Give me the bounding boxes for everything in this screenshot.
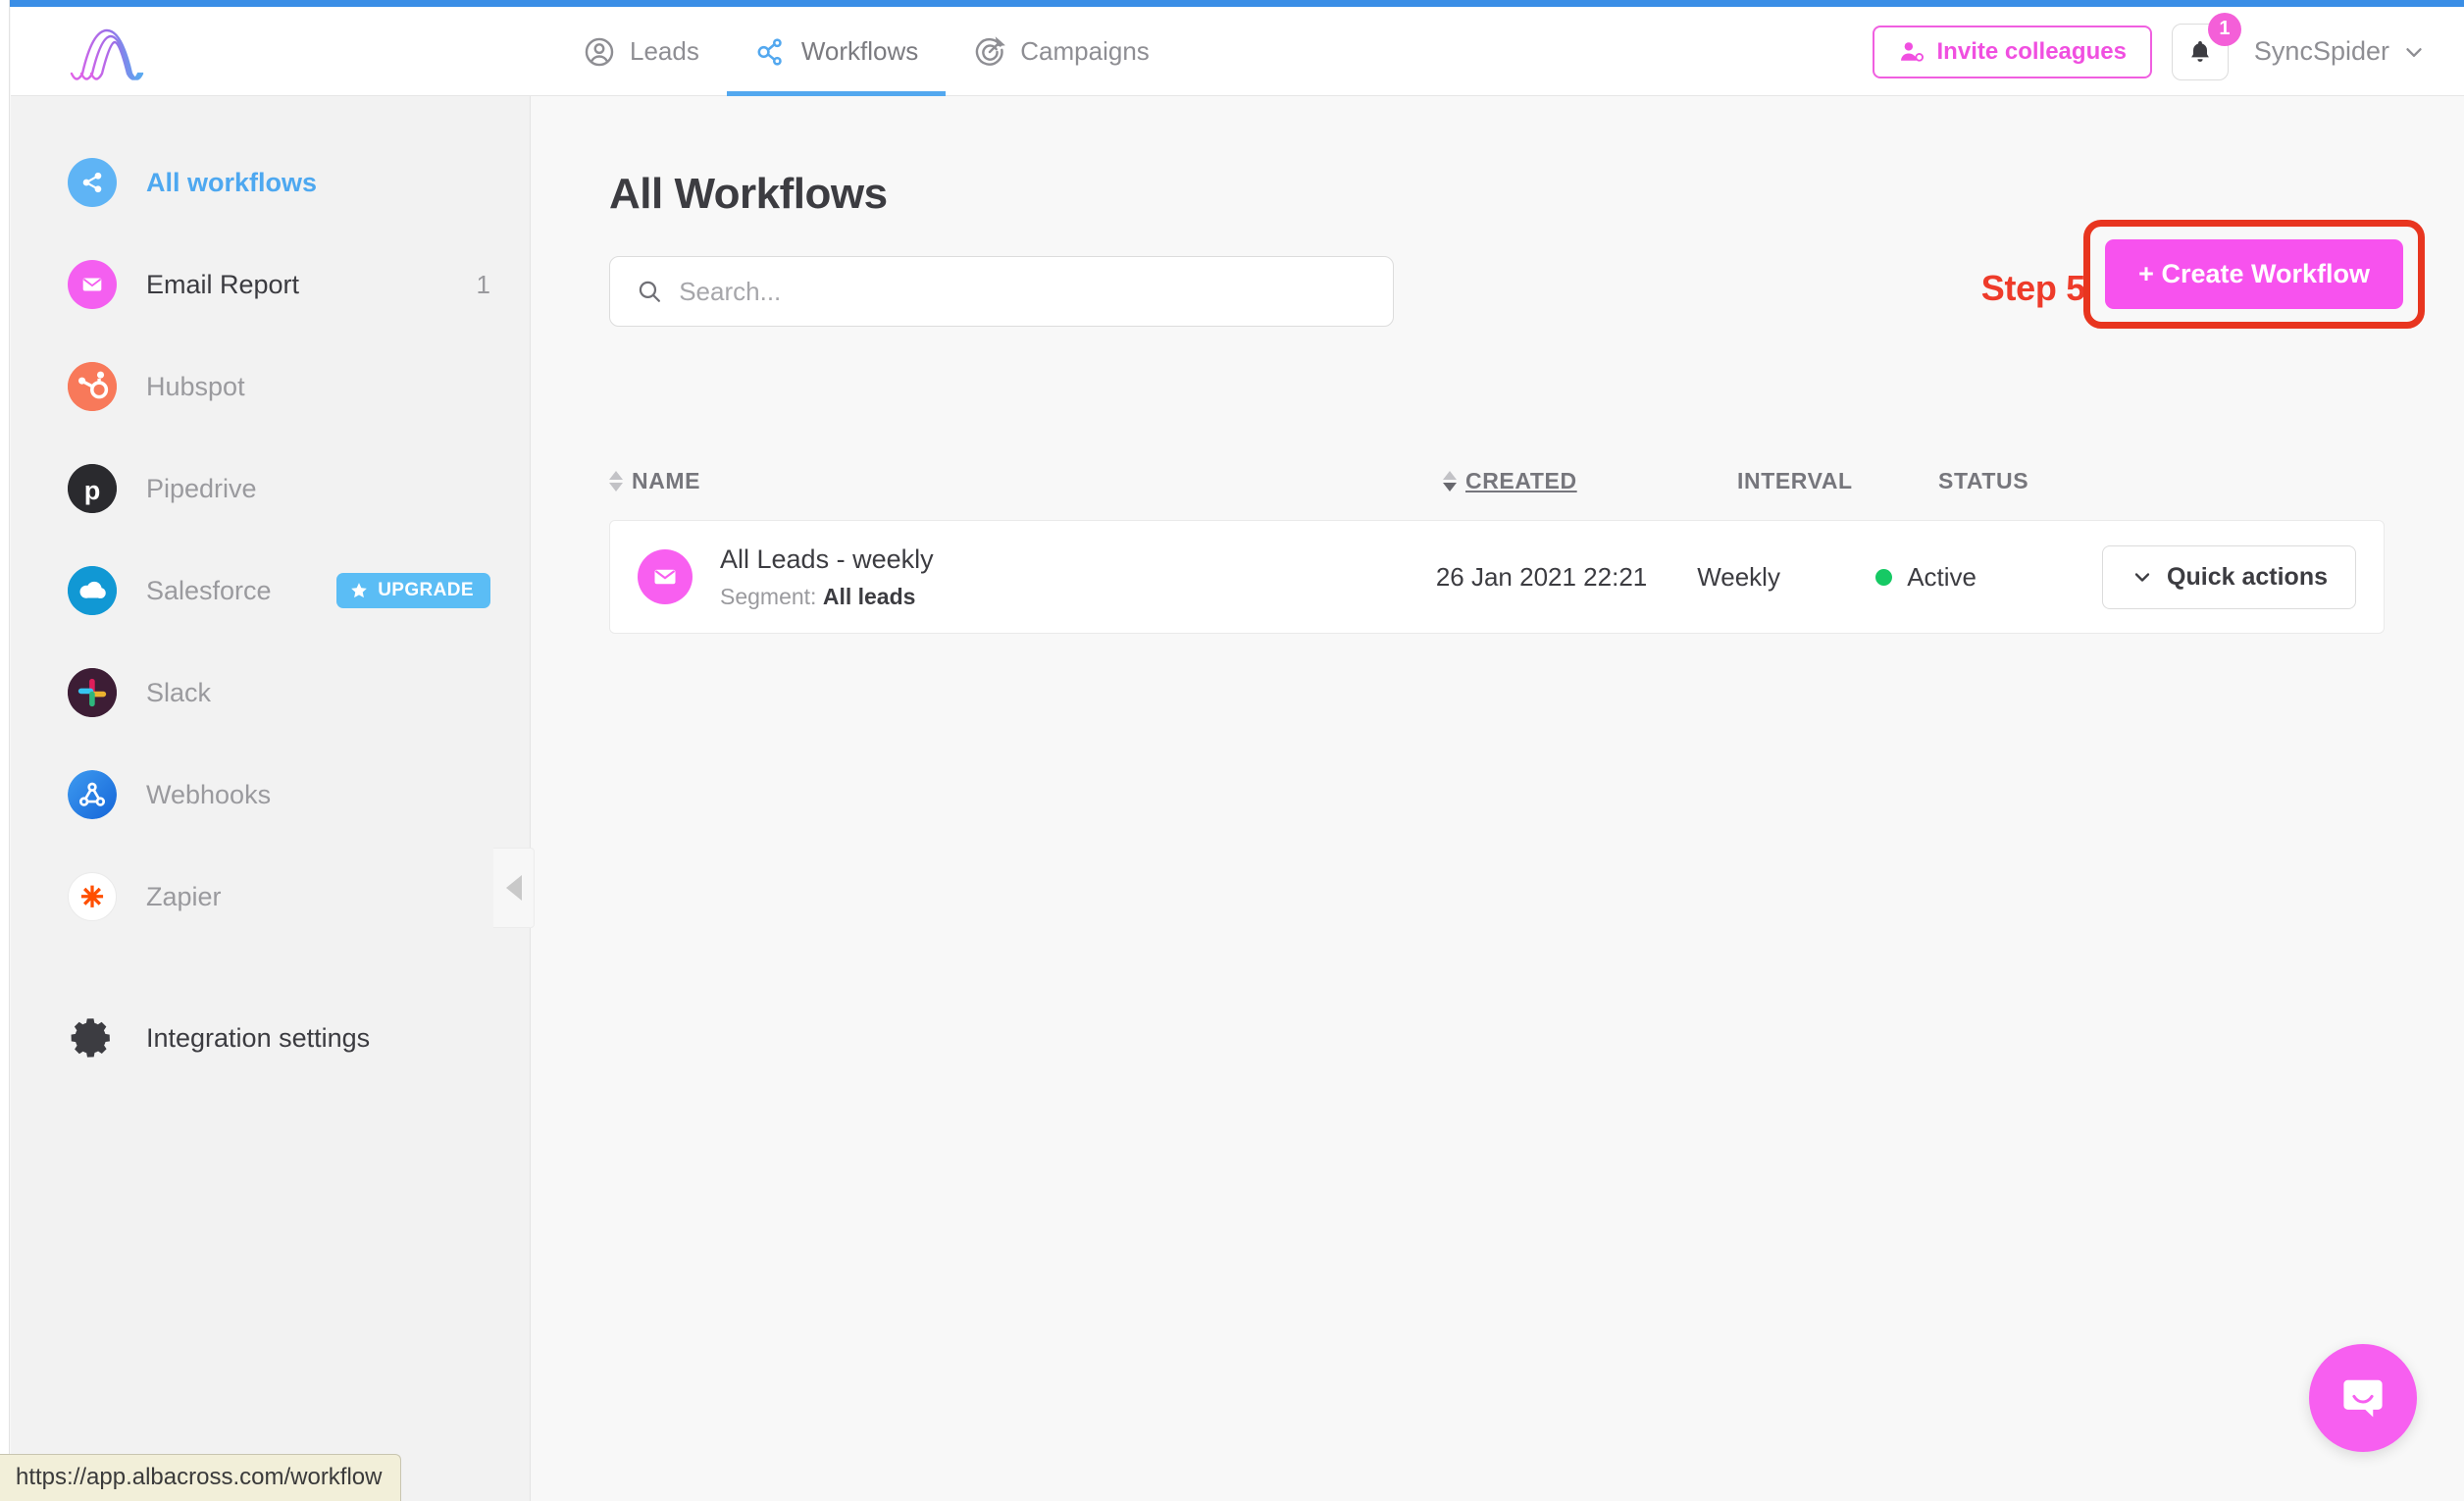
sort-icon-created[interactable] bbox=[1443, 470, 1457, 492]
column-header-status: STATUS bbox=[1938, 468, 2193, 494]
nav-item-leads[interactable]: Leads bbox=[555, 7, 727, 96]
user-circle-icon bbox=[585, 37, 614, 66]
quick-actions-button[interactable]: Quick actions bbox=[2102, 544, 2356, 609]
nav-item-workflows[interactable]: Workflows bbox=[726, 7, 947, 96]
nav-label-leads: Leads bbox=[630, 36, 699, 66]
row-interval: Weekly bbox=[1697, 561, 1780, 592]
sidebar-item-webhooks[interactable]: Webhooks bbox=[11, 744, 530, 846]
sidebar-item-slack[interactable]: Slack bbox=[11, 642, 530, 744]
invite-colleagues-label: Invite colleagues bbox=[1936, 37, 2127, 65]
sidebar-label-hubspot: Hubspot bbox=[146, 371, 245, 401]
zapier-icon bbox=[68, 872, 117, 921]
sidebar-item-email-report[interactable]: Email Report 1 bbox=[11, 233, 530, 336]
chevron-down-icon bbox=[2134, 573, 2150, 582]
chat-launcher-button[interactable] bbox=[2309, 1344, 2417, 1452]
chevron-down-icon bbox=[2406, 47, 2422, 57]
create-workflow-button[interactable]: + Create Workflow bbox=[2105, 239, 2403, 309]
envelope-avatar-icon bbox=[638, 549, 693, 604]
notification-badge: 1 bbox=[2207, 12, 2241, 46]
row-workflow-name: All Leads - weekly bbox=[720, 544, 934, 575]
sidebar-item-pipedrive[interactable]: p Pipedrive bbox=[11, 438, 530, 540]
sidebar: All workflows Email Report 1 Hubspot p P… bbox=[11, 96, 531, 1501]
salesforce-icon bbox=[68, 566, 117, 615]
share-icon bbox=[68, 158, 117, 207]
albacross-logo[interactable] bbox=[58, 15, 176, 89]
create-workflow-wrap: + Create Workflow bbox=[2083, 220, 2425, 329]
sidebar-label-salesforce: Salesforce bbox=[146, 575, 272, 605]
star-icon bbox=[351, 583, 368, 598]
upgrade-label: UPGRADE bbox=[378, 580, 474, 600]
sidebar-item-integration-settings[interactable]: Integration settings bbox=[11, 987, 530, 1089]
column-header-interval: INTERVAL bbox=[1737, 468, 1938, 494]
sidebar-label-webhooks: Webhooks bbox=[146, 779, 272, 809]
pipedrive-icon: p bbox=[68, 464, 117, 513]
header-actions: Invite colleagues 1 SyncSpider bbox=[1872, 7, 2427, 96]
target-campaign-icon bbox=[976, 35, 1006, 66]
column-label-interval: INTERVAL bbox=[1737, 467, 1853, 493]
sidebar-label-zapier: Zapier bbox=[146, 881, 222, 911]
person-add-icon bbox=[1900, 41, 1924, 62]
page-title: All Workflows bbox=[609, 170, 888, 218]
upgrade-badge[interactable]: UPGRADE bbox=[336, 573, 490, 608]
browser-status-url: https://app.albacross.com/workflow bbox=[0, 1454, 401, 1501]
sidebar-item-salesforce[interactable]: Salesforce UPGRADE bbox=[11, 540, 530, 642]
search-icon bbox=[639, 281, 660, 302]
table-row[interactable]: All Leads - weekly Segment: All leads 26… bbox=[609, 520, 2385, 634]
account-menu[interactable]: SyncSpider bbox=[2254, 36, 2427, 67]
nav-label-campaigns: Campaigns bbox=[1020, 36, 1150, 66]
row-segment: Segment: All leads bbox=[720, 584, 1436, 610]
notifications: 1 bbox=[2171, 12, 2241, 80]
sort-icon-name[interactable] bbox=[609, 470, 623, 492]
column-label-name: NAME bbox=[632, 467, 701, 493]
svg-text:p: p bbox=[84, 475, 101, 505]
page-load-bar bbox=[10, 0, 2464, 7]
hubspot-icon bbox=[68, 362, 117, 411]
workflow-share-icon bbox=[757, 37, 782, 66]
slack-icon bbox=[68, 668, 117, 717]
sidebar-collapse-handle[interactable] bbox=[493, 848, 535, 928]
search-box[interactable] bbox=[609, 256, 1394, 327]
column-label-created: CREATED bbox=[1465, 467, 1577, 493]
table-header: NAME CREATED INTERVAL STATUS bbox=[609, 457, 2385, 504]
sidebar-count-email-report: 1 bbox=[476, 269, 490, 299]
nav-item-campaigns[interactable]: Campaigns bbox=[946, 7, 1177, 96]
app-header: Leads Workflows Campaigns Invite colleag… bbox=[11, 7, 2464, 96]
account-name: SyncSpider bbox=[2253, 36, 2389, 66]
sidebar-label-all-workflows: All workflows bbox=[146, 167, 318, 197]
intercom-chat-icon bbox=[2343, 1379, 2383, 1418]
sidebar-item-zapier[interactable]: Zapier bbox=[11, 846, 530, 948]
step-annotation-label: Step 5 bbox=[1980, 268, 2086, 308]
primary-nav: Leads Workflows Campaigns bbox=[555, 7, 1177, 96]
invite-colleagues-button[interactable]: Invite colleagues bbox=[1872, 25, 2152, 78]
gear-icon bbox=[68, 1013, 117, 1062]
sidebar-label-email-report: Email Report bbox=[146, 269, 300, 299]
row-status-label: Active bbox=[1907, 561, 1977, 592]
column-header-name[interactable]: NAME bbox=[609, 468, 1443, 494]
quick-actions-label: Quick actions bbox=[2167, 562, 2328, 591]
row-status: Active bbox=[1875, 562, 2102, 593]
main-content: All Workflows Step 5 + Create Workflow N… bbox=[532, 96, 2464, 1501]
row-created: 26 Jan 2021 22:21 bbox=[1435, 561, 1648, 592]
sidebar-label-slack: Slack bbox=[146, 677, 212, 707]
row-segment-value: All leads bbox=[822, 583, 916, 609]
row-name-cell: All Leads - weekly Segment: All leads bbox=[720, 543, 1436, 610]
sidebar-label-integration-settings: Integration settings bbox=[146, 1022, 371, 1053]
column-header-created[interactable]: CREATED bbox=[1443, 468, 1737, 494]
status-dot-icon bbox=[1875, 568, 1893, 586]
bell-icon bbox=[2191, 40, 2209, 62]
sidebar-item-all-workflows[interactable]: All workflows bbox=[11, 131, 530, 233]
app-window: Leads Workflows Campaigns Invite colleag… bbox=[0, 0, 2464, 1501]
sidebar-item-hubspot[interactable]: Hubspot bbox=[11, 336, 530, 438]
row-segment-label: Segment: bbox=[720, 583, 817, 609]
column-label-status: STATUS bbox=[1938, 467, 2029, 493]
search-input[interactable] bbox=[679, 276, 1367, 307]
webhooks-icon bbox=[68, 770, 117, 819]
sidebar-label-pipedrive: Pipedrive bbox=[146, 473, 257, 503]
envelope-icon bbox=[68, 260, 117, 309]
browser-left-edge bbox=[0, 0, 10, 1501]
nav-label-workflows: Workflows bbox=[800, 36, 919, 66]
chevron-left-icon bbox=[505, 875, 522, 901]
